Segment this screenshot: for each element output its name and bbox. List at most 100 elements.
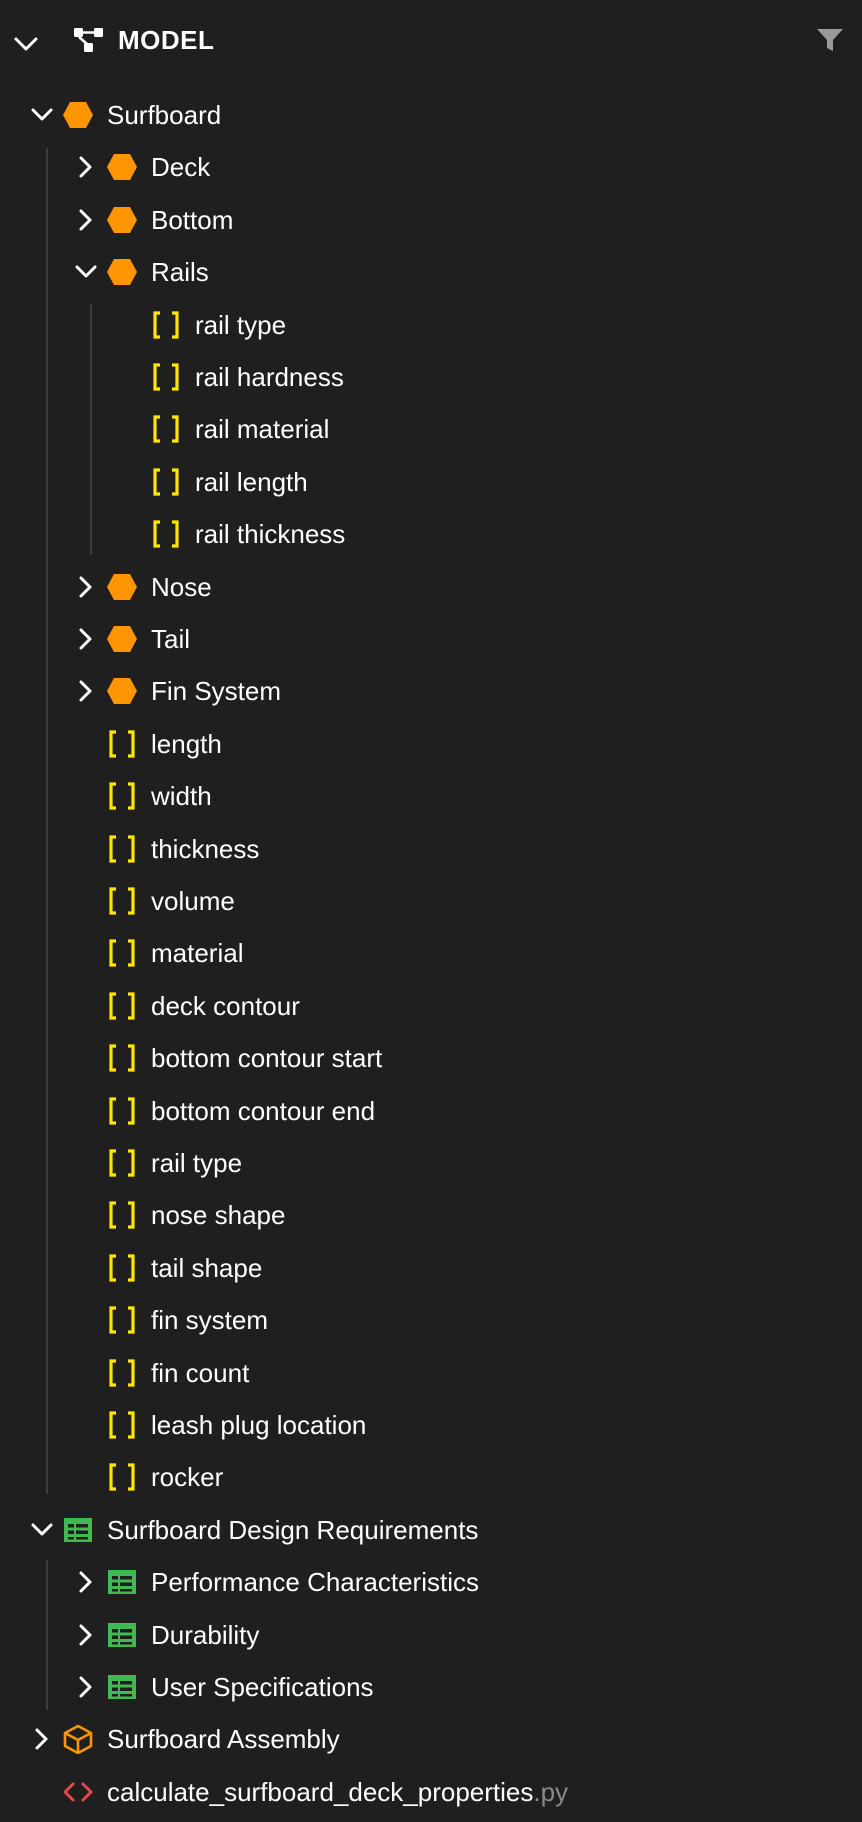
tree-item-label: Surfboard <box>107 100 222 130</box>
tree-item-rails[interactable]: Rails <box>0 246 862 298</box>
attribute-brackets-icon <box>153 468 179 496</box>
chevron-down-icon[interactable] <box>29 1517 55 1543</box>
tree-item-surfboard-attribute[interactable]: nose shape <box>0 1189 862 1241</box>
tree-item-surfboard-attribute[interactable]: volume <box>0 875 862 927</box>
part-hexagon-icon <box>107 626 137 652</box>
tree-item-script-file[interactable]: calculate_surfboard_deck_properties.py <box>0 1766 862 1818</box>
model-panel-header: MODEL <box>0 0 862 80</box>
tree-item-requirement[interactable]: User Specifications <box>0 1661 862 1713</box>
attribute-brackets-icon <box>109 834 135 863</box>
tree-item-rail-attribute[interactable]: rail length <box>0 456 862 508</box>
tree-item-label: Durability <box>151 1619 260 1650</box>
tree-item-label: Rails <box>151 257 209 288</box>
chevron-right-icon[interactable] <box>73 626 99 652</box>
attribute-brackets-icon <box>153 520 179 548</box>
tree-item-label: bottom contour start <box>151 1043 383 1074</box>
part-hexagon-icon <box>107 206 137 233</box>
tree-item-surfboard-attribute[interactable]: fin count <box>0 1347 862 1399</box>
tree-item-surfboard-attribute[interactable]: width <box>0 770 862 822</box>
chevron-down-icon[interactable] <box>12 30 40 58</box>
requirement-table-icon <box>64 1517 92 1542</box>
attribute-brackets-icon <box>153 415 179 443</box>
tree-item-surfboard-attribute[interactable]: tail shape <box>0 1242 862 1294</box>
tree-item-label: Fin System <box>151 676 282 707</box>
tree-item-requirement[interactable]: Performance Characteristics <box>0 1556 862 1608</box>
tree-item-label: rail type <box>195 309 287 340</box>
tree-item-label: nose shape <box>151 1200 286 1231</box>
tree-item-label: Surfboard Design Requirements <box>107 1514 479 1545</box>
tree-item-surfboard-attribute[interactable]: bottom contour start <box>0 1032 862 1084</box>
attribute-brackets-icon <box>109 887 135 915</box>
filter-icon[interactable] <box>815 26 845 54</box>
tree-item-surfboard-attribute[interactable]: deck contour <box>0 980 862 1032</box>
tree-item-label: bottom contour end <box>151 1095 376 1126</box>
tree-item-label: Deck <box>151 152 211 183</box>
tree-item-rail-attribute[interactable]: rail hardness <box>0 351 862 403</box>
tree-item-nose[interactable]: Nose <box>0 561 862 613</box>
attribute-brackets-icon <box>109 939 135 967</box>
tree-item-surfboard-attribute[interactable]: material <box>0 927 862 979</box>
file-extension: .py <box>533 1776 569 1807</box>
requirement-table-icon <box>108 1675 136 1699</box>
tree-item-rail-attribute[interactable]: rail material <box>0 403 862 455</box>
tree-item-surfboard-attribute[interactable]: rocker <box>0 1451 862 1503</box>
tree-item-surfboard-attribute[interactable]: bottom contour end <box>0 1085 862 1137</box>
chevron-right-icon[interactable] <box>73 678 99 704</box>
chevron-right-icon[interactable] <box>73 1622 99 1648</box>
tree-item-surfboard-attribute[interactable]: leash plug location <box>0 1399 862 1451</box>
tree-item-rail-attribute[interactable]: rail thickness <box>0 508 862 560</box>
tree-item-deck[interactable]: Deck <box>0 141 862 193</box>
attribute-brackets-icon <box>109 782 135 810</box>
chevron-down-icon[interactable] <box>29 102 55 128</box>
attribute-brackets-icon <box>109 1201 135 1229</box>
tree-item-surfboard[interactable]: Surfboard <box>0 89 862 141</box>
attribute-brackets-icon <box>109 1358 135 1387</box>
tree-item-label: volume <box>151 886 235 916</box>
chevron-right-icon[interactable] <box>29 1726 55 1752</box>
attribute-brackets-icon <box>153 363 179 391</box>
tree-item-label: rail length <box>195 466 308 497</box>
attribute-brackets-icon <box>109 1411 135 1439</box>
tree-item-label: rail hardness <box>195 362 344 392</box>
tree-item-label: fin count <box>151 1357 250 1388</box>
tree-item-label: width <box>151 781 212 812</box>
tree-item-label: Bottom <box>151 204 234 235</box>
attribute-brackets-icon <box>109 1096 135 1125</box>
part-hexagon-icon <box>107 154 137 181</box>
chevron-right-icon[interactable] <box>73 574 99 600</box>
chevron-right-icon[interactable] <box>73 207 99 233</box>
tree-item-label: thickness <box>151 833 260 864</box>
tree-item-fin-system[interactable]: Fin System <box>0 665 862 717</box>
tree-item-label: rail material <box>195 414 330 445</box>
tree-item-surfboard-attribute[interactable]: length <box>0 718 862 770</box>
tree-item-label: calculate_surfboard_deck_properties.py <box>107 1776 569 1807</box>
attribute-brackets-icon <box>109 1044 135 1072</box>
chevron-right-icon[interactable] <box>73 1569 99 1595</box>
tree-item-label: Surfboard Assembly <box>107 1724 340 1755</box>
tree-item-label: material <box>151 938 244 969</box>
tree-item-label: leash plug location <box>151 1410 367 1440</box>
tree-item-requirement[interactable]: Durability <box>0 1609 862 1661</box>
part-hexagon-icon <box>63 102 93 128</box>
tree-item-surfboard-attribute[interactable]: fin system <box>0 1294 862 1346</box>
attribute-brackets-icon <box>109 1149 135 1177</box>
tree-item-label: tail shape <box>151 1252 263 1283</box>
requirement-table-icon <box>108 1622 136 1647</box>
chevron-right-icon[interactable] <box>73 154 99 180</box>
tree-item-surfboard-attribute[interactable]: rail type <box>0 1137 862 1189</box>
tree-item-surfboard-assembly[interactable]: Surfboard Assembly <box>0 1713 862 1765</box>
chevron-right-icon[interactable] <box>73 1674 99 1700</box>
tree-item-rail-attribute[interactable]: rail type <box>0 299 862 351</box>
tree-item-surfboard-attribute[interactable]: thickness <box>0 823 862 875</box>
attribute-brackets-icon <box>153 310 179 339</box>
code-file-icon <box>63 1782 93 1802</box>
tree-item-label: rocker <box>151 1462 224 1493</box>
chevron-down-icon[interactable] <box>73 259 99 285</box>
tree-item-tail[interactable]: Tail <box>0 613 862 665</box>
tree-item-label: length <box>151 728 222 759</box>
tree-item-label: Nose <box>151 571 212 602</box>
tree-item-bottom[interactable]: Bottom <box>0 194 862 246</box>
tree-item-label: Performance Characteristics <box>151 1567 479 1598</box>
tree-item-label: fin system <box>151 1305 269 1336</box>
tree-item-design-requirements[interactable]: Surfboard Design Requirements <box>0 1504 862 1556</box>
